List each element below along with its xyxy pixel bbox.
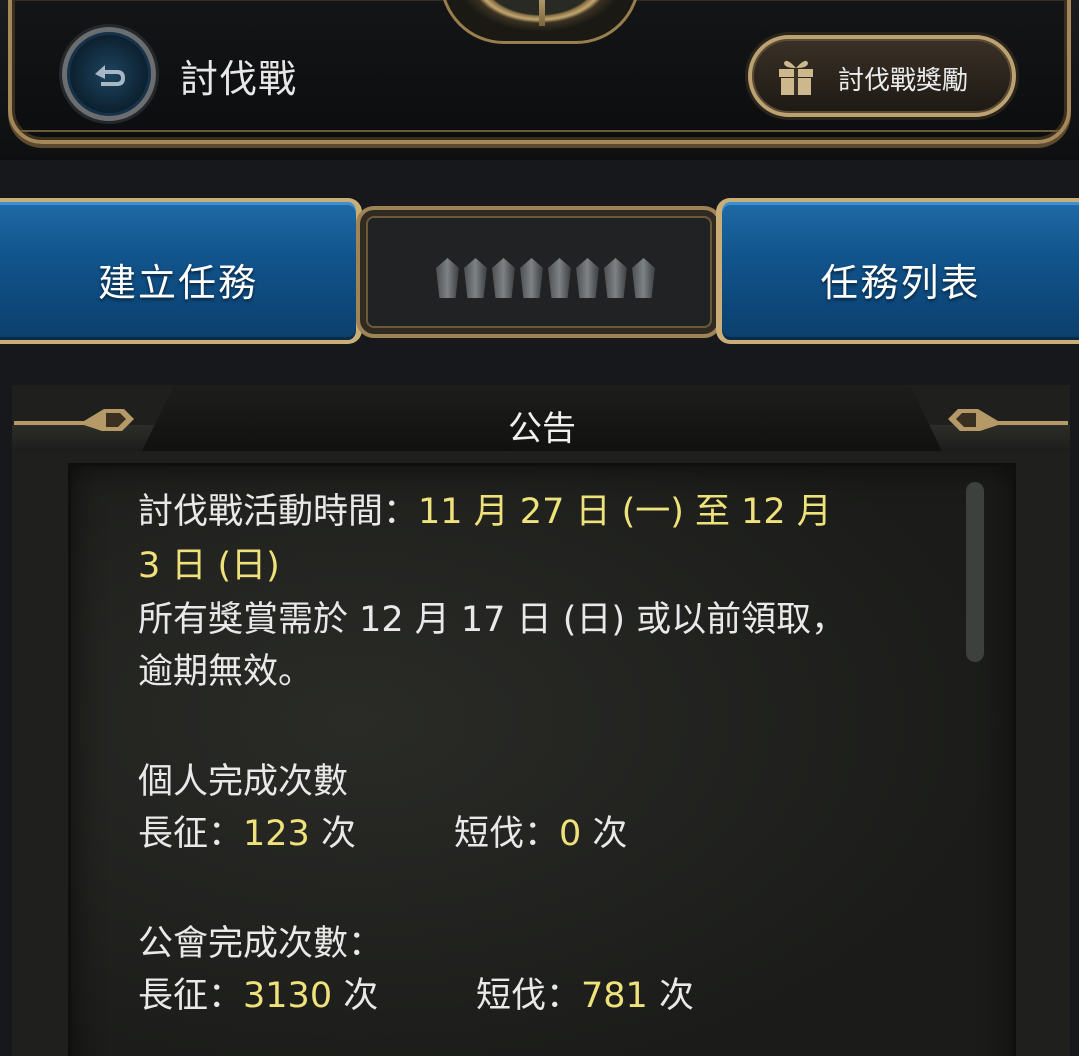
mission-list-button[interactable]: 任務列表 (716, 198, 1079, 344)
crystal-icon (632, 258, 655, 298)
crystal-icon (492, 258, 515, 298)
reward-button-label: 討伐戰獎勵 (838, 66, 969, 96)
ornament-left-icon (14, 409, 134, 431)
page-title: 討伐戰 (180, 57, 298, 101)
event-time-value: 11 月 27 日 (一) 至 12 月 (418, 492, 832, 532)
guild-long-stat: 長征：3130 次 (138, 970, 378, 1022)
event-time-label: 討伐戰活動時間： (138, 492, 419, 532)
guild-short-value: 781 (581, 976, 648, 1016)
compass-needle (539, 0, 545, 26)
personal-long-value: 123 (243, 814, 310, 854)
crystal-progress-panel (356, 206, 722, 338)
crystal-icon (604, 258, 627, 298)
claim-deadline-line-2: 逾期無效。 (138, 652, 314, 692)
claim-deadline-line: 所有獎賞需於 12 月 17 日 (日) 或以前領取， (138, 600, 847, 640)
crystal-icon (436, 258, 459, 298)
personal-count-heading: 個人完成次數 (138, 762, 349, 802)
guild-long-unit: 次 (332, 976, 379, 1016)
ornament-right-icon (948, 409, 1068, 431)
guild-short-label: 短伐： (476, 976, 582, 1016)
crystal-progress (436, 258, 655, 298)
personal-long-label: 長征： (138, 814, 244, 854)
create-mission-label: 建立任務 (97, 261, 258, 305)
guild-short-unit: 次 (647, 976, 694, 1016)
crystal-icon (464, 258, 487, 298)
guild-short-stat: 短伐：781 次 (476, 970, 694, 1022)
create-mission-button[interactable]: 建立任務 (0, 198, 362, 344)
guild-long-label: 長征： (138, 976, 244, 1016)
guild-count-heading: 公會完成次數： (138, 924, 384, 964)
personal-short-stat: 短伐：0 次 (454, 808, 627, 860)
header-bar: 討伐戰 討伐戰獎勵 (0, 0, 1079, 160)
guild-long-value: 3130 (243, 976, 333, 1016)
personal-short-value: 0 (559, 814, 582, 854)
personal-long-stat: 長征：123 次 (138, 808, 356, 860)
gift-icon (779, 60, 813, 95)
notice-title: 公告 (508, 409, 576, 449)
notice-title-tab: 公告 (142, 385, 942, 451)
crystal-icon (576, 258, 599, 298)
crystal-icon (548, 258, 571, 298)
mission-list-label: 任務列表 (820, 261, 981, 305)
crystal-icon (520, 258, 543, 298)
event-time-line: 討伐戰活動時間：11 月 27 日 (一) 至 12 月 (138, 486, 832, 538)
reward-button[interactable]: 討伐戰獎勵 (748, 35, 1016, 117)
personal-short-label: 短伐： (454, 814, 560, 854)
notice-scrollbar[interactable] (966, 482, 984, 662)
mission-tab-row: 建立任務 任務列表 (0, 190, 1079, 360)
personal-short-unit: 次 (581, 814, 628, 854)
event-time-value-cont: 3 日 (日) (138, 546, 280, 586)
back-arrow-icon (95, 65, 125, 86)
back-button[interactable] (62, 27, 156, 121)
personal-long-unit: 次 (309, 814, 356, 854)
